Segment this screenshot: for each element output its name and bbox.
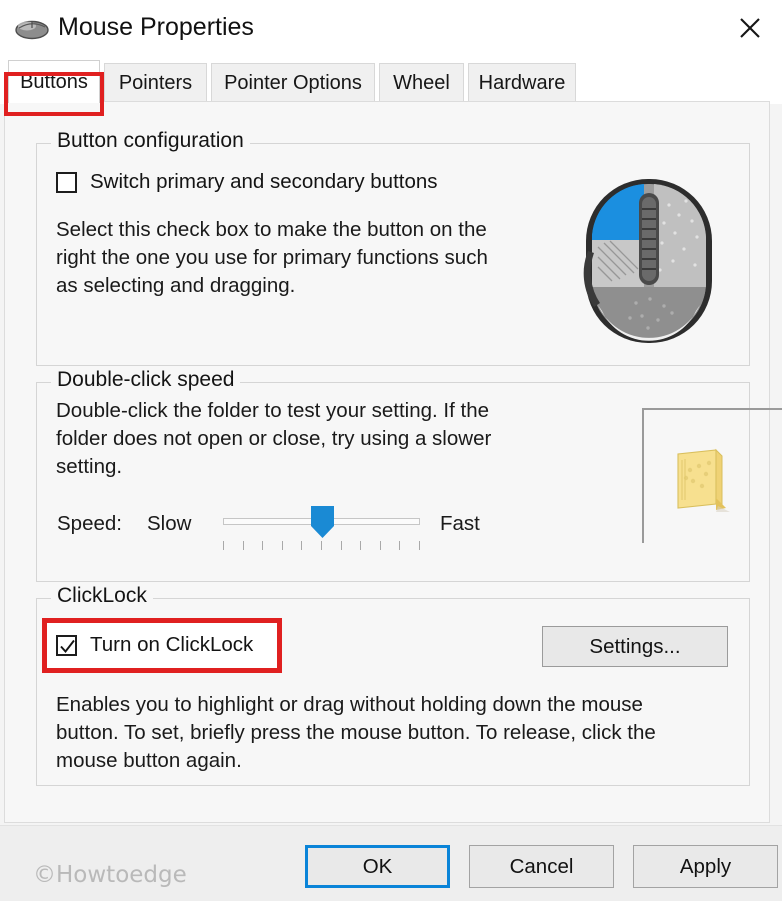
cancel-button-label: Cancel (509, 854, 574, 878)
tab-label: Hardware (478, 72, 566, 94)
double-click-speed-group: Double-click speed Double-click the fold… (36, 368, 782, 582)
tab-strip: Pointers Pointer Options Wheel Hardware … (0, 58, 782, 104)
folder-icon[interactable] (672, 448, 734, 512)
apply-button-label: Apply (679, 854, 732, 878)
window-title: Mouse Properties (58, 13, 254, 41)
tab-label: Pointer Options (224, 72, 362, 94)
slider-tick (419, 541, 420, 550)
settings-button-label: Settings... (589, 634, 681, 658)
slider-tick (262, 541, 263, 550)
tab-buttons[interactable]: Buttons (8, 60, 100, 103)
checkbox-box (56, 634, 77, 656)
mouse-properties-dialog: Mouse Properties Pointers Pointer Option… (0, 0, 782, 901)
tab-wheel[interactable]: Wheel (379, 63, 464, 103)
slider-tick (282, 541, 283, 550)
group-title: ClickLock (51, 584, 153, 608)
slider-tick (360, 541, 361, 550)
double-click-speed-slider[interactable] (223, 506, 420, 538)
mouse-icon (14, 18, 50, 40)
fast-label: Fast (440, 512, 480, 535)
slider-tick (321, 541, 322, 550)
slider-tick (341, 541, 342, 550)
buttons-tab-panel: Button configuration Switch primary and … (4, 101, 782, 823)
switch-primary-secondary-checkbox[interactable]: Switch primary and secondary buttons (56, 170, 438, 194)
tab-hardware[interactable]: Hardware (468, 63, 576, 103)
slider-tick-marks (223, 541, 420, 552)
tab-pointers[interactable]: Pointers (104, 63, 207, 103)
checkbox-label: Switch primary and secondary buttons (90, 170, 438, 193)
clicklock-settings-button[interactable]: Settings... (542, 626, 728, 667)
group-title: Double-click speed (51, 368, 241, 392)
close-icon[interactable] (724, 4, 776, 52)
ok-button-label: OK (362, 854, 393, 878)
checkbox-box (56, 171, 77, 193)
slider-thumb[interactable] (310, 505, 335, 539)
watermark: ©Howtoedge (33, 862, 187, 888)
clicklock-description: Enables you to highlight or drag without… (56, 693, 656, 772)
tab-pointer-options[interactable]: Pointer Options (211, 63, 375, 103)
cancel-button[interactable]: Cancel (469, 845, 614, 888)
ok-button[interactable]: OK (305, 845, 450, 888)
apply-button[interactable]: Apply (633, 845, 778, 888)
tab-label: Pointers (118, 72, 193, 94)
turn-on-clicklock-checkbox[interactable]: Turn on ClickLock (56, 633, 253, 657)
double-click-speed-description: Double-click the folder to test your set… (56, 399, 492, 478)
speed-label: Speed: (57, 512, 122, 535)
slider-tick (223, 541, 224, 550)
slider-tick (380, 541, 381, 550)
clicklock-group: ClickLock Turn on ClickLock Settings... … (36, 584, 750, 786)
slider-tick (399, 541, 400, 550)
slow-label: Slow (147, 512, 192, 535)
tab-label: Wheel (393, 72, 450, 94)
button-configuration-description: Select this check box to make the button… (56, 218, 488, 297)
tab-label: Buttons (20, 70, 88, 93)
title-bar: Mouse Properties (0, 0, 782, 58)
button-configuration-group: Button configuration Switch primary and … (36, 129, 750, 366)
slider-tick (301, 541, 302, 550)
checkbox-label: Turn on ClickLock (90, 633, 254, 656)
folder-test-area[interactable] (642, 408, 782, 543)
slider-tick (243, 541, 244, 550)
group-title: Button configuration (51, 129, 250, 153)
mouse-illustration-image (574, 175, 724, 347)
